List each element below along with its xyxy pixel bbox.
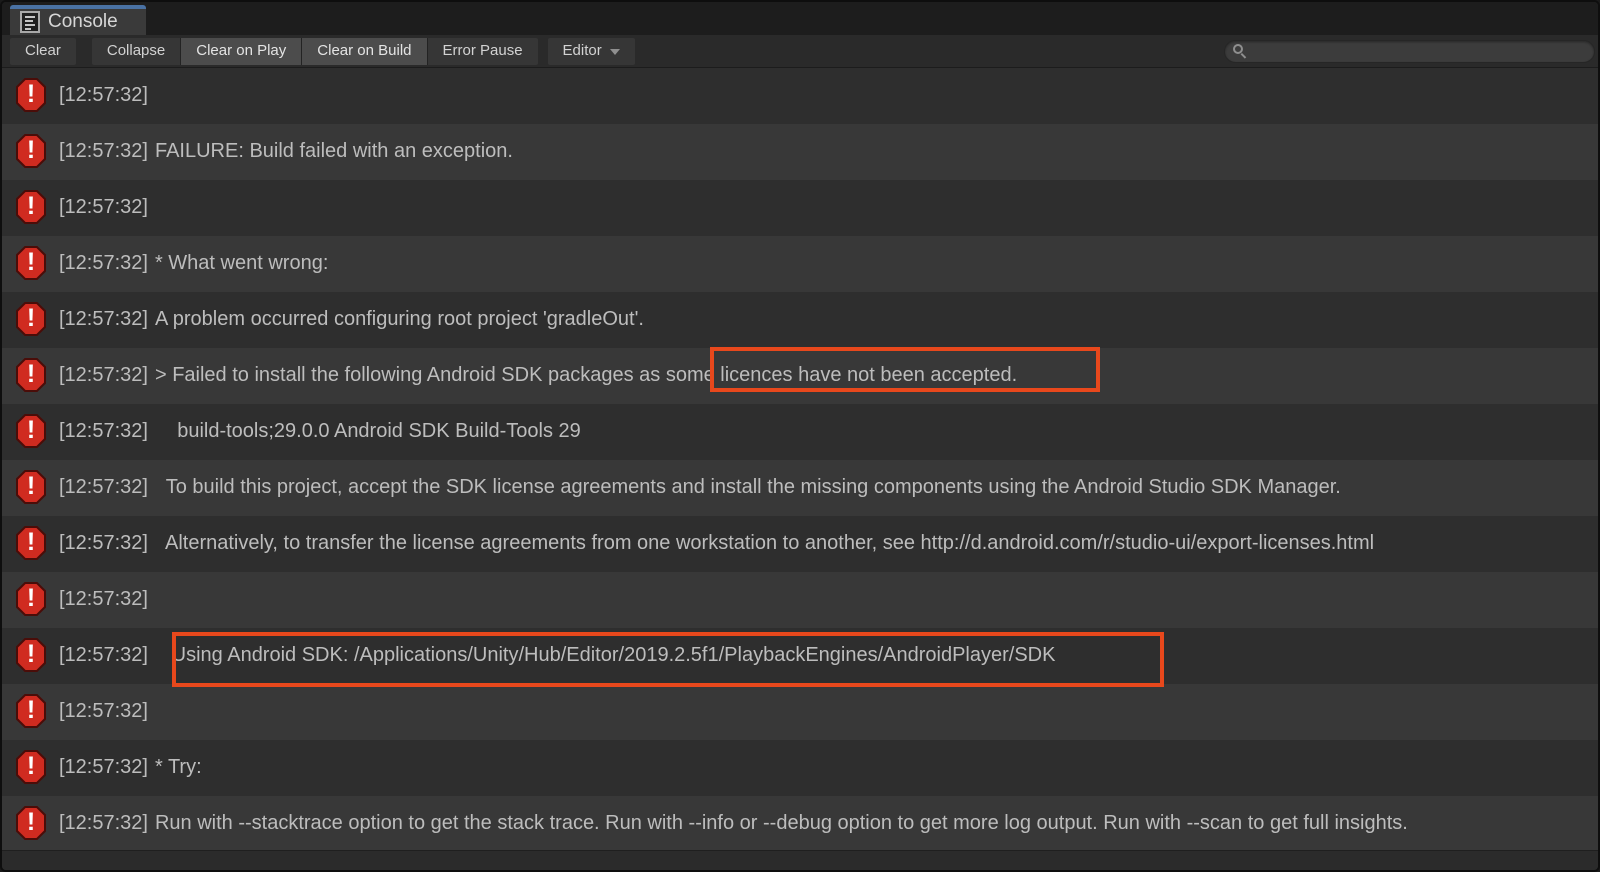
log-timestamp: [12:57:32] xyxy=(59,582,148,616)
error-icon-glyph: ! xyxy=(27,754,35,779)
log-entry-row[interactable]: ! [12:57:32] * Try: xyxy=(2,740,1598,796)
error-icon-glyph: ! xyxy=(27,530,35,555)
error-icon: ! xyxy=(16,526,46,560)
log-timestamp: [12:57:32] xyxy=(59,638,148,672)
log-timestamp: [12:57:32] xyxy=(59,526,148,560)
log-entry-row[interactable]: ! [12:57:32] xyxy=(2,572,1598,628)
error-icon-glyph: ! xyxy=(27,642,35,667)
log-message: > Failed to install the following Androi… xyxy=(155,358,1017,392)
error-icon-glyph: ! xyxy=(27,586,35,611)
clear-on-play-toggle[interactable]: Clear on Play xyxy=(181,38,302,65)
console-bottom-strip xyxy=(2,850,1598,870)
tab-label: Console xyxy=(48,11,118,33)
error-icon-glyph: ! xyxy=(27,474,35,499)
log-entry-row[interactable]: ! [12:57:32] * What went wrong: xyxy=(2,236,1598,292)
log-timestamp: [12:57:32] xyxy=(59,302,148,336)
log-entry-row[interactable]: ! [12:57:32] Run with --stacktrace optio… xyxy=(2,796,1598,852)
log-message: To build this project, accept the SDK li… xyxy=(155,470,1341,504)
error-icon: ! xyxy=(16,750,46,784)
log-entry-row[interactable]: ! [12:57:32] build-tools;29.0.0 Android … xyxy=(2,404,1598,460)
error-icon: ! xyxy=(16,470,46,504)
error-icon: ! xyxy=(16,414,46,448)
error-icon-glyph: ! xyxy=(27,306,35,331)
error-icon: ! xyxy=(16,246,46,280)
log-message: * Try: xyxy=(155,750,202,784)
error-icon-glyph: ! xyxy=(27,698,35,723)
error-icon: ! xyxy=(16,190,46,224)
log-timestamp: [12:57:32] xyxy=(59,78,148,112)
log-message: FAILURE: Build failed with an exception. xyxy=(155,134,513,168)
chevron-down-icon xyxy=(610,49,620,55)
log-timestamp: [12:57:32] xyxy=(59,190,148,224)
error-icon: ! xyxy=(16,358,46,392)
log-entry-row[interactable]: ! [12:57:32] Using Android SDK: /Applica… xyxy=(2,628,1598,684)
log-entry-row[interactable]: ! [12:57:32] A problem occurred configur… xyxy=(2,292,1598,348)
tab-console[interactable]: Console xyxy=(10,5,146,35)
tab-bar: Console xyxy=(2,2,1598,35)
editor-dropdown-button[interactable]: Editor xyxy=(548,38,635,65)
error-icon-glyph: ! xyxy=(27,194,35,219)
console-icon xyxy=(20,11,40,33)
clear-on-build-toggle[interactable]: Clear on Build xyxy=(302,38,427,65)
log-timestamp: [12:57:32] xyxy=(59,414,148,448)
log-message: Run with --stacktrace option to get the … xyxy=(155,806,1408,840)
log-timestamp: [12:57:32] xyxy=(59,694,148,728)
error-icon: ! xyxy=(16,302,46,336)
log-entry-row[interactable]: ! [12:57:32] xyxy=(2,68,1598,124)
console-toolbar: Clear Collapse Clear on Play Clear on Bu… xyxy=(2,35,1598,68)
error-icon-glyph: ! xyxy=(27,138,35,163)
collapse-toggle[interactable]: Collapse xyxy=(92,38,181,65)
error-icon-glyph: ! xyxy=(27,82,35,107)
log-entry-row[interactable]: ! [12:57:32] FAILURE: Build failed with … xyxy=(2,124,1598,180)
log-timestamp: [12:57:32] xyxy=(59,134,148,168)
search-icon xyxy=(1233,44,1248,59)
log-message: build-tools;29.0.0 Android SDK Build-Too… xyxy=(155,414,581,448)
editor-dropdown-label: Editor xyxy=(563,38,602,64)
log-timestamp: [12:57:32] xyxy=(59,470,148,504)
log-list: ! [12:57:32] ! [12:57:32] FAILURE: Build… xyxy=(2,68,1598,852)
log-message: * What went wrong: xyxy=(155,246,328,280)
log-entry-row[interactable]: ! [12:57:32] xyxy=(2,180,1598,236)
clear-button[interactable]: Clear xyxy=(10,38,76,65)
log-entry-row[interactable]: ! [12:57:32] Alternatively, to transfer … xyxy=(2,516,1598,572)
console-window: Console Clear Collapse Clear on Play Cle… xyxy=(0,0,1600,872)
log-message: Using Android SDK: /Applications/Unity/H… xyxy=(155,638,1056,672)
log-timestamp: [12:57:32] xyxy=(59,246,148,280)
error-icon: ! xyxy=(16,806,46,840)
error-icon: ! xyxy=(16,638,46,672)
error-icon-glyph: ! xyxy=(27,418,35,443)
log-timestamp: [12:57:32] xyxy=(59,806,148,840)
search-field[interactable] xyxy=(1224,40,1595,63)
error-icon: ! xyxy=(16,694,46,728)
log-timestamp: [12:57:32] xyxy=(59,750,148,784)
error-icon-glyph: ! xyxy=(27,250,35,275)
error-icon-glyph: ! xyxy=(27,810,35,835)
search-input[interactable] xyxy=(1254,44,1586,60)
error-icon: ! xyxy=(16,78,46,112)
log-entry-row[interactable]: ! [12:57:32] To build this project, acce… xyxy=(2,460,1598,516)
log-timestamp: [12:57:32] xyxy=(59,358,148,392)
error-pause-toggle[interactable]: Error Pause xyxy=(428,38,538,65)
log-entry-row[interactable]: ! [12:57:32] > Failed to install the fol… xyxy=(2,348,1598,404)
log-entry-row[interactable]: ! [12:57:32] xyxy=(2,684,1598,740)
log-message: A problem occurred configuring root proj… xyxy=(155,302,644,336)
error-icon-glyph: ! xyxy=(27,362,35,387)
error-icon: ! xyxy=(16,134,46,168)
log-message: Alternatively, to transfer the license a… xyxy=(155,526,1374,560)
error-icon: ! xyxy=(16,582,46,616)
toolbar-toggle-group: Collapse Clear on Play Clear on Build Er… xyxy=(92,38,538,65)
